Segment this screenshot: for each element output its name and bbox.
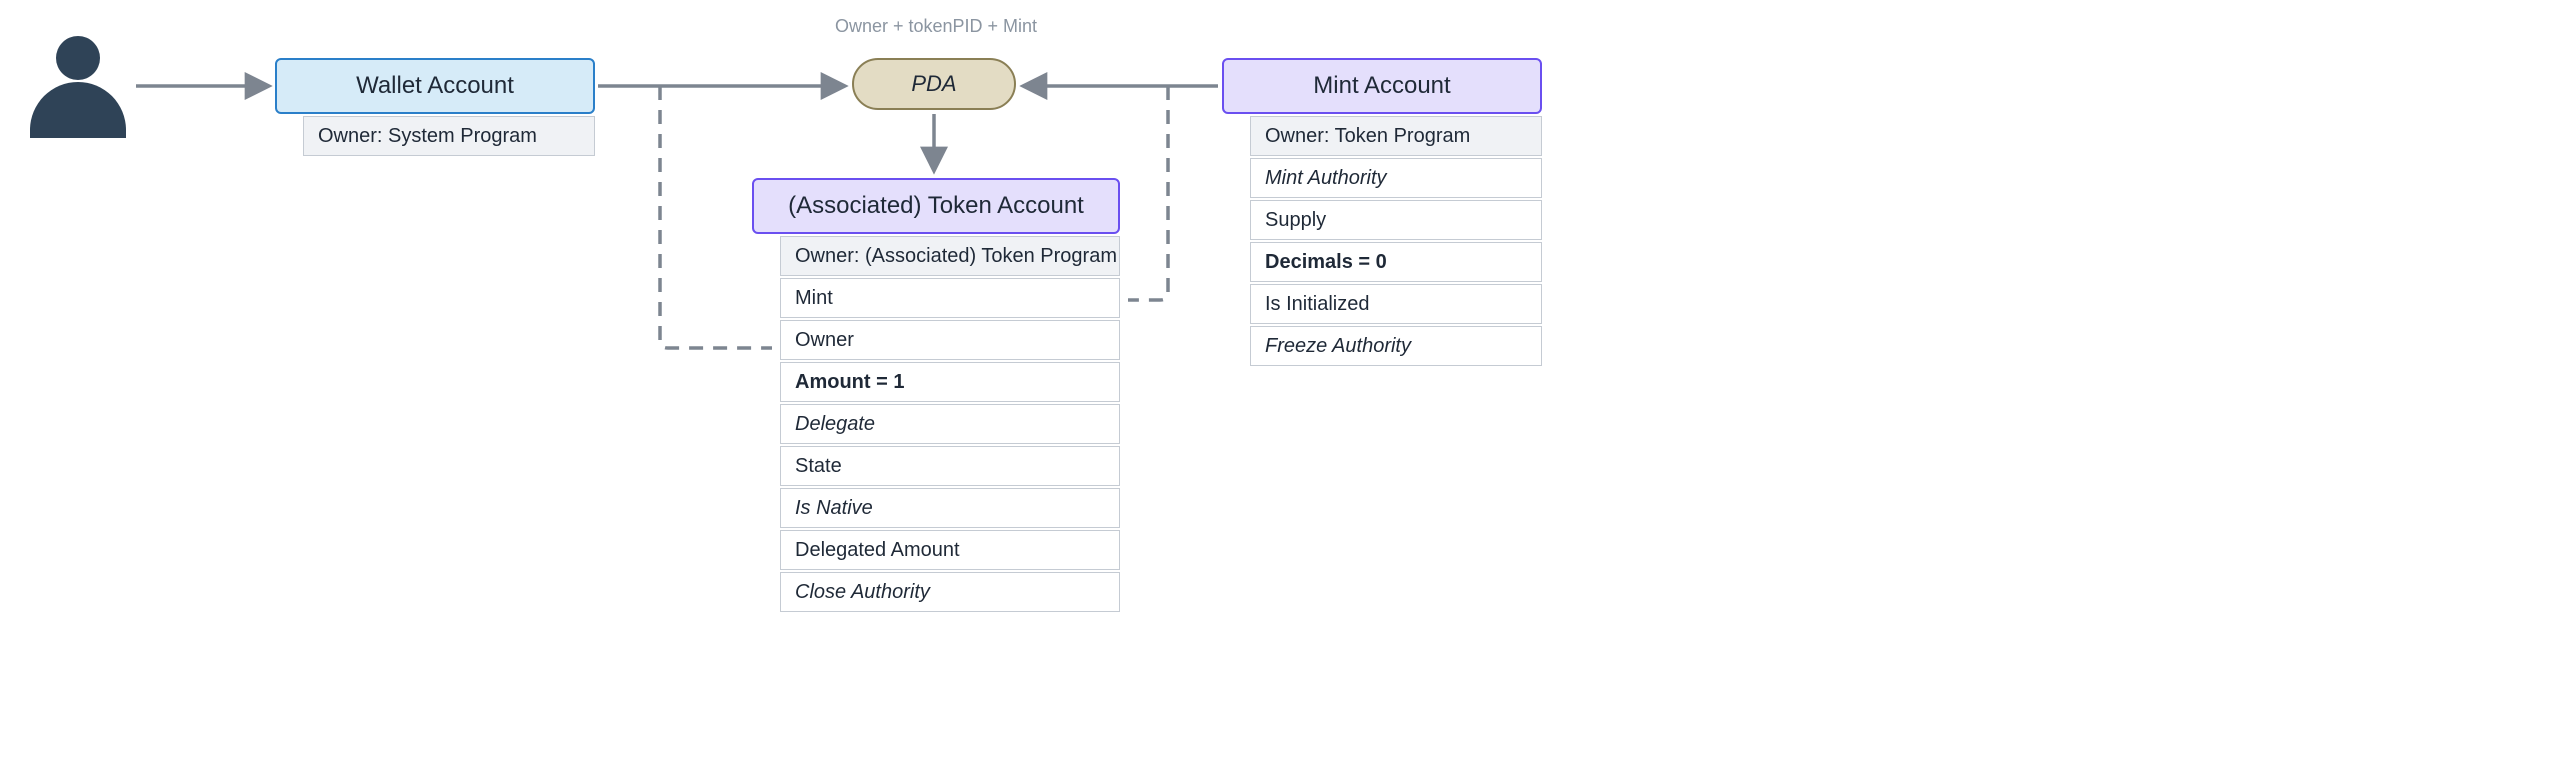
mint-field-freeze-authority: Freeze Authority [1250,326,1542,366]
token-owner-row: Owner: (Associated) Token Program [780,236,1120,276]
token-field-amount: Amount = 1 [780,362,1120,402]
pda-annotation: Owner + tokenPID + Mint [806,16,1066,37]
token-field-mint: Mint [780,278,1120,318]
dash-mint-to-mint-field [1128,86,1168,300]
token-field-is-native-label: Is Native [795,497,873,520]
mint-field-is-initialized-label: Is Initialized [1265,293,1370,316]
token-field-owner-label: Owner [795,329,854,352]
token-field-delegate-label: Delegate [795,413,875,436]
mint-field-freeze-authority-label: Freeze Authority [1265,335,1411,358]
wallet-account-title: Wallet Account [356,72,514,100]
token-field-delegated-amount-label: Delegated Amount [795,539,960,562]
token-field-close-authority-label: Close Authority [795,581,930,604]
mint-owner-row: Owner: Token Program [1250,116,1542,156]
token-field-owner: Owner [780,320,1120,360]
token-owner-label: Owner: (Associated) Token Program [795,245,1117,268]
token-field-delegate: Delegate [780,404,1120,444]
mint-field-supply: Supply [1250,200,1542,240]
user-icon [26,36,126,146]
token-field-state-label: State [795,455,842,478]
wallet-account-header: Wallet Account [275,58,595,114]
token-account-header: (Associated) Token Account [752,178,1120,234]
wallet-owner-label: Owner: System Program [318,125,537,148]
pda-node: PDA [852,58,1016,110]
mint-field-decimals: Decimals = 0 [1250,242,1542,282]
mint-field-mint-authority-label: Mint Authority [1265,167,1387,190]
token-field-state: State [780,446,1120,486]
token-field-close-authority: Close Authority [780,572,1120,612]
token-field-is-native: Is Native [780,488,1120,528]
wallet-owner-row: Owner: System Program [303,116,595,156]
token-field-mint-label: Mint [795,287,833,310]
mint-field-decimals-label: Decimals = 0 [1265,251,1387,274]
token-account-title: (Associated) Token Account [788,192,1084,220]
mint-field-supply-label: Supply [1265,209,1326,232]
mint-owner-label: Owner: Token Program [1265,125,1470,148]
mint-field-is-initialized: Is Initialized [1250,284,1542,324]
mint-account-header: Mint Account [1222,58,1542,114]
mint-account-title: Mint Account [1313,72,1450,100]
mint-field-mint-authority: Mint Authority [1250,158,1542,198]
token-field-amount-label: Amount = 1 [795,371,904,394]
pda-label: PDA [911,71,956,97]
token-field-delegated-amount: Delegated Amount [780,530,1120,570]
